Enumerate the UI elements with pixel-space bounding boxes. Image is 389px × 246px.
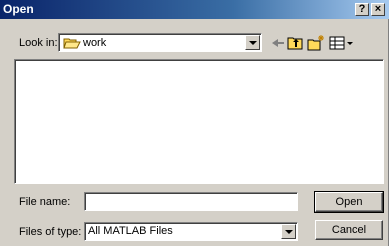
chevron-down-icon	[249, 41, 257, 45]
help-button[interactable]: ?	[355, 3, 369, 16]
close-button[interactable]: ×	[371, 3, 385, 16]
dialog-title: Open	[3, 2, 34, 16]
file-name-input[interactable]	[87, 194, 293, 208]
up-folder-icon[interactable]	[286, 34, 306, 52]
title-bar: Open ? ×	[0, 0, 389, 19]
file-name-label: File name:	[19, 196, 71, 208]
files-of-type-value: All MATLAB Files	[88, 225, 173, 237]
file-name-field[interactable]	[84, 192, 298, 211]
chevron-down-icon	[285, 230, 293, 234]
look-in-value: work	[83, 37, 107, 49]
files-of-type-dropdown-button[interactable]	[281, 224, 296, 239]
folder-icon	[63, 38, 81, 49]
view-menu-icon[interactable]	[328, 34, 356, 52]
open-button[interactable]: Open	[314, 191, 384, 213]
files-of-type-dropdown[interactable]: All MATLAB Files	[84, 222, 298, 241]
look-in-dropdown[interactable]: work	[58, 33, 262, 52]
file-list[interactable]	[14, 59, 384, 184]
open-dialog: Open ? × Look in: work File name: Files …	[0, 0, 389, 246]
cancel-button[interactable]: Cancel	[315, 220, 383, 240]
back-arrow-icon[interactable]	[268, 34, 288, 52]
look-in-label: Look in:	[19, 37, 58, 49]
look-in-dropdown-button[interactable]	[245, 35, 260, 50]
files-of-type-label: Files of type:	[19, 226, 82, 238]
new-folder-icon[interactable]	[306, 34, 326, 52]
